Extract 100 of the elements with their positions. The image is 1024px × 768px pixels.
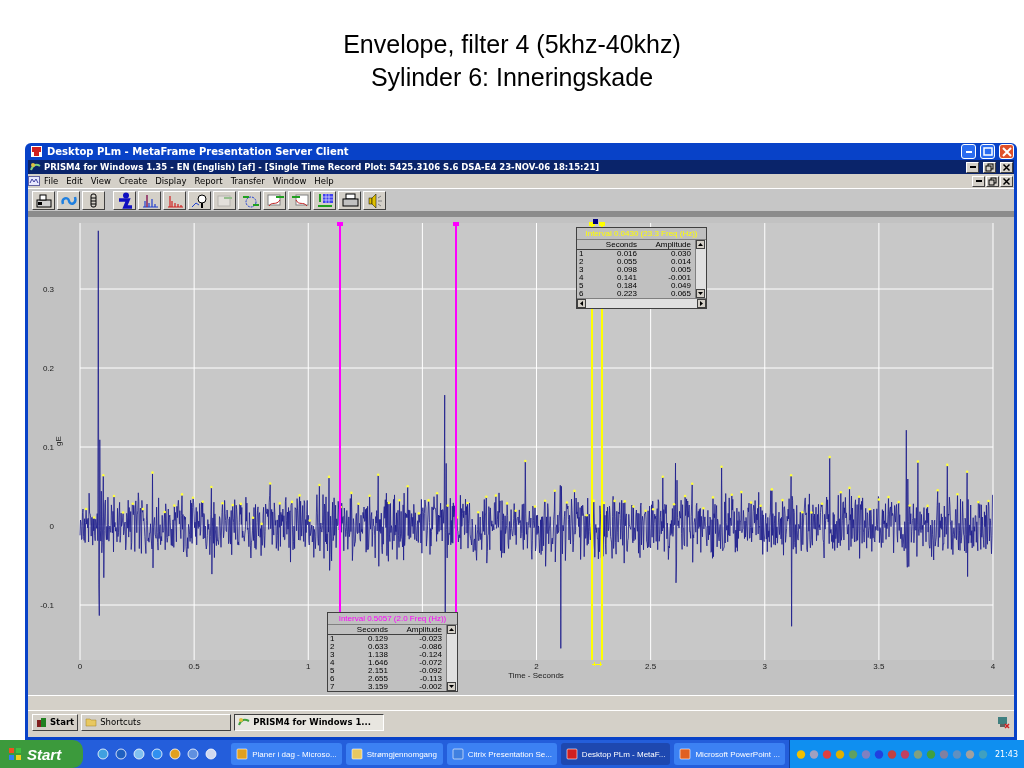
slide-title: Envelope, filter 4 (5khz-40khz) xyxy=(343,29,681,60)
table-cell-text: -0.092 xyxy=(418,667,442,675)
toolbar-button[interactable] xyxy=(82,190,105,210)
row-number: 6 xyxy=(329,675,336,683)
scroll-up-icon[interactable] xyxy=(447,625,456,634)
taskbar-button[interactable]: Desktop PLm - MetaF... xyxy=(560,743,671,765)
window-title: Desktop PLm - MetaFrame Presentation Server Client xyxy=(47,146,349,157)
scroll-down-icon[interactable] xyxy=(447,682,456,691)
toolbar-button[interactable] xyxy=(163,190,186,210)
table-cell-text: 0.129 xyxy=(366,635,388,643)
axis-tick-label: 0.1 xyxy=(42,443,54,452)
table-cell-text: -0.086 xyxy=(418,643,442,651)
scroll-up-icon[interactable] xyxy=(696,240,705,249)
taskbar-button[interactable]: Planer i dag - Microso... xyxy=(231,743,342,765)
menu-item[interactable]: Edit xyxy=(62,176,87,186)
menu-item[interactable]: Window xyxy=(268,176,311,186)
scrollbar[interactable] xyxy=(696,240,706,298)
scroll-down-icon[interactable] xyxy=(696,289,705,298)
close-button[interactable] xyxy=(1000,175,1013,187)
axis-tick-label: 4 xyxy=(990,662,996,671)
table-cell-text: 0.049 xyxy=(669,282,691,290)
quick-launch-icon[interactable] xyxy=(169,748,182,760)
start-button[interactable]: Start xyxy=(0,740,84,768)
menu-item[interactable]: Transfer xyxy=(226,176,269,186)
menu-item[interactable]: Display xyxy=(151,176,191,186)
toolbar-button[interactable] xyxy=(57,190,80,210)
menu-item[interactable]: View xyxy=(86,176,115,186)
table-cell-text: -0.124 xyxy=(418,651,442,659)
scroll-left-icon[interactable] xyxy=(577,299,586,308)
table-cell-text: -0.113 xyxy=(418,675,442,683)
menu-item[interactable]: Help xyxy=(310,176,338,186)
restore-button[interactable] xyxy=(983,161,996,173)
table-cell-text: 0.014 xyxy=(669,258,691,266)
app-icon xyxy=(451,748,464,760)
magnifier-chart-icon xyxy=(190,191,209,209)
toolbar-button[interactable] xyxy=(288,190,311,210)
row-number: 3 xyxy=(329,651,336,659)
axis-tick-label: 0.5 xyxy=(188,662,200,671)
row-number: 2 xyxy=(578,258,585,266)
menu-item[interactable]: Report xyxy=(190,176,227,186)
machine-icon xyxy=(34,191,53,209)
app-icon xyxy=(565,748,578,760)
quick-launch-icon[interactable] xyxy=(151,748,164,760)
quick-launch-icon[interactable] xyxy=(133,748,146,760)
windows-logo-icon xyxy=(8,747,22,761)
table-cell-text: 1.646 xyxy=(366,659,388,667)
quick-launch-icon[interactable] xyxy=(205,748,218,760)
grid-arrows-icon xyxy=(315,191,334,209)
toolbar-button[interactable] xyxy=(113,190,136,210)
table-cell-text: 1.138 xyxy=(366,651,388,659)
row-number: 3 xyxy=(578,266,585,274)
network-icon xyxy=(996,715,1010,729)
axis-tick-label: 0.2 xyxy=(42,364,54,373)
taskbar-button[interactable]: Strømgjennomgang xyxy=(345,743,443,765)
close-button[interactable] xyxy=(1000,161,1013,173)
quick-launch-icon[interactable] xyxy=(97,748,110,760)
axis-title: Time - Seconds xyxy=(508,671,564,680)
column-header: Amplitude xyxy=(637,240,691,250)
scroll-right-icon[interactable] xyxy=(697,299,706,308)
taskbar-button[interactable]: Citrix Presentation Se... xyxy=(446,743,557,765)
toolbar-button[interactable] xyxy=(138,190,161,210)
taskbar-button[interactable]: Microsoft PowerPoint ... xyxy=(674,743,785,765)
toolbar-button[interactable] xyxy=(313,190,336,210)
row-number: 7 xyxy=(329,683,336,691)
row-number: 1 xyxy=(578,250,585,258)
quick-launch-icon[interactable] xyxy=(187,748,200,760)
row-number: 5 xyxy=(329,667,336,675)
toolbar-button[interactable] xyxy=(238,190,261,210)
app-icon xyxy=(236,748,249,760)
table-cell-text: 0.030 xyxy=(669,250,691,258)
table-title: Interval 0.0430 (23.3 Freq (Hz)) xyxy=(577,228,706,240)
minimize-icon xyxy=(975,180,982,182)
toolbar-button[interactable] xyxy=(32,190,55,210)
toolbar-button[interactable] xyxy=(263,190,286,210)
restore-button[interactable] xyxy=(986,175,999,187)
speaker-icon xyxy=(365,191,384,209)
table-cell-text: 2.151 xyxy=(366,667,388,675)
toolbar-button[interactable] xyxy=(188,190,211,210)
scrollbar[interactable] xyxy=(577,298,706,308)
table-cell-text: 0.223 xyxy=(615,290,637,298)
quick-launch-icon[interactable] xyxy=(115,748,128,760)
restore-icon xyxy=(988,176,997,186)
taskbar-button[interactable]: Shortcuts xyxy=(81,713,232,731)
table-cell-text: 0.016 xyxy=(615,250,637,258)
logo-icon xyxy=(36,716,47,728)
toolbar-button[interactable] xyxy=(338,190,361,210)
close-icon xyxy=(1001,146,1012,157)
menu-item[interactable]: File xyxy=(40,176,63,186)
menu-item[interactable]: Create xyxy=(114,176,152,186)
toolbar-button[interactable] xyxy=(363,190,386,210)
maximize-button[interactable] xyxy=(980,144,995,159)
start-button[interactable]: Start xyxy=(32,713,79,731)
taskbar-button[interactable]: PRISM4 for Windows 1... xyxy=(234,713,385,731)
axis-tick-label: 2.5 xyxy=(645,662,657,671)
axis-tick-label: 0 xyxy=(77,662,83,671)
scrollbar[interactable] xyxy=(447,625,457,691)
minimize-button[interactable] xyxy=(966,161,979,173)
app-icon xyxy=(679,748,692,760)
minimize-button[interactable] xyxy=(972,175,985,187)
axis-tick-label: -0.1 xyxy=(40,601,54,610)
